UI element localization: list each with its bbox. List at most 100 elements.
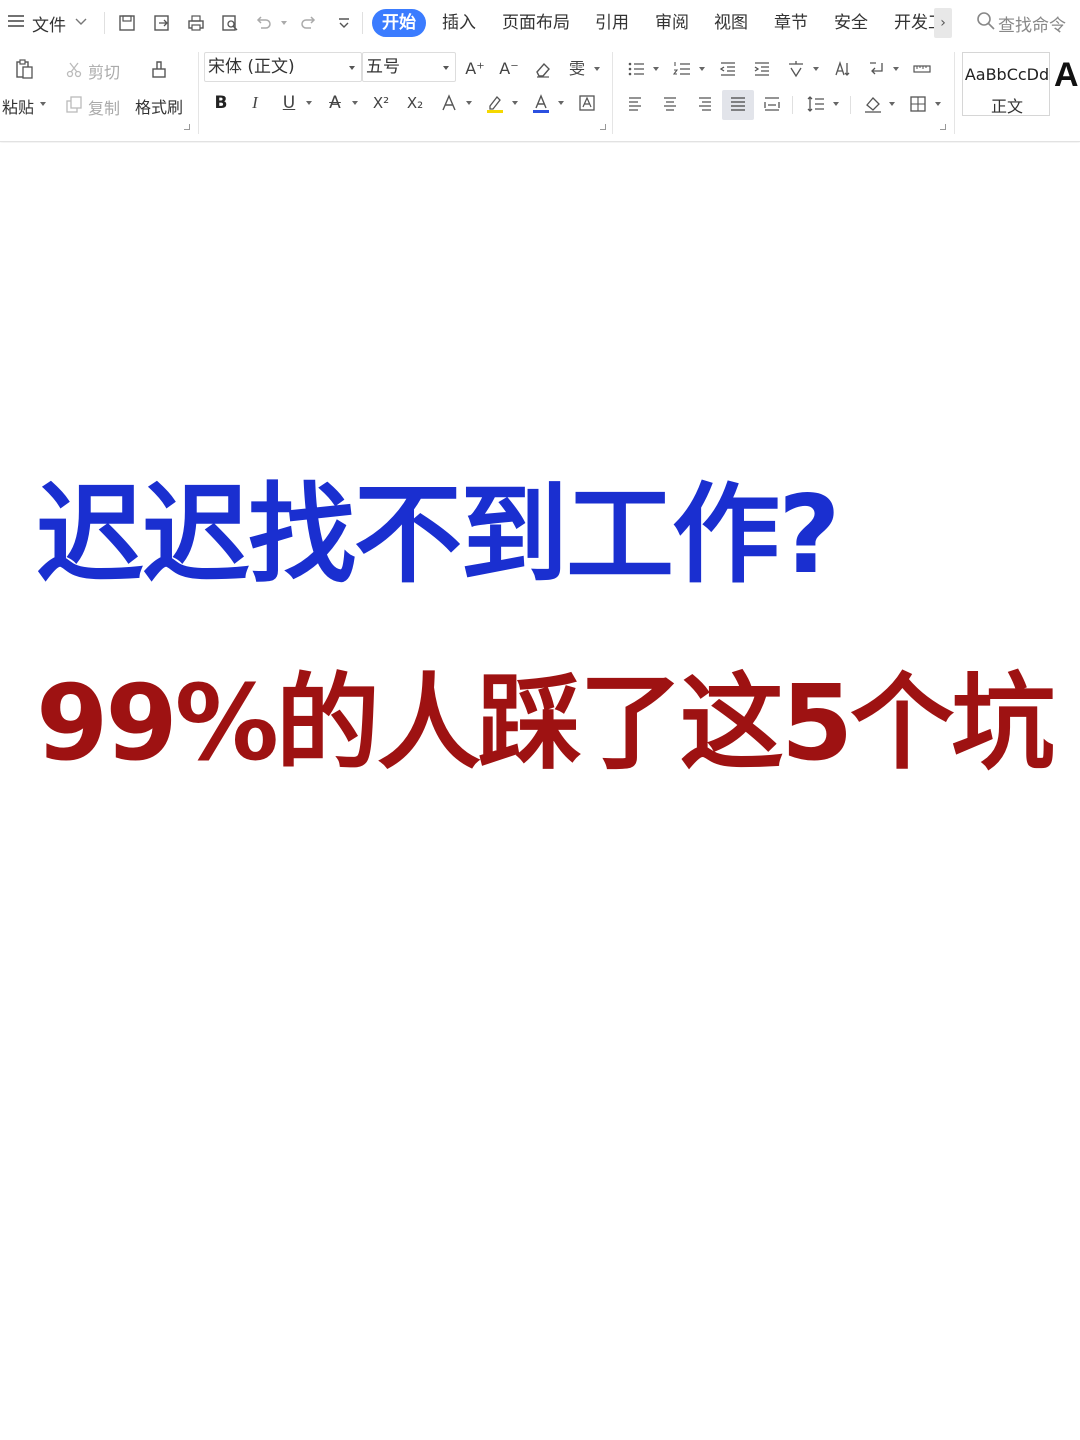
align-left-icon[interactable]: [625, 93, 647, 115]
grow-font-button[interactable]: A⁺: [464, 58, 486, 80]
divider: [104, 12, 105, 34]
paste-icon[interactable]: [13, 58, 35, 80]
file-menu[interactable]: 文件: [6, 9, 88, 37]
increase-indent-icon[interactable]: [751, 58, 773, 80]
borders-icon[interactable]: [907, 93, 929, 115]
style-sample-text: AaBbCcDd: [964, 65, 1050, 84]
paragraph-launcher-icon[interactable]: [940, 124, 946, 130]
line-spacing-icon[interactable]: [805, 93, 827, 115]
underline-button[interactable]: U: [278, 92, 300, 114]
divider: [362, 12, 363, 34]
decrease-indent-icon[interactable]: [717, 58, 739, 80]
highlight-dropdown-icon[interactable]: [512, 101, 518, 105]
font-family-select[interactable]: 宋体 (正文): [204, 52, 362, 82]
numbered-list-dropdown-icon[interactable]: [699, 67, 705, 71]
divider: [792, 96, 793, 114]
ruler-icon[interactable]: [911, 58, 933, 80]
superscript-button[interactable]: X²: [370, 92, 392, 114]
pinyin-guide-button[interactable]: 雯: [566, 58, 588, 80]
export-icon[interactable]: [151, 12, 173, 34]
font-size-select[interactable]: 五号: [362, 52, 456, 82]
sort-icon[interactable]: [831, 58, 853, 80]
font-family-value: 宋体 (正文): [208, 57, 295, 77]
chevron-down-icon: [443, 66, 449, 70]
print-icon[interactable]: [185, 12, 207, 34]
search-icon: [976, 11, 998, 36]
save-icon[interactable]: [116, 12, 138, 34]
document-page[interactable]: 迟迟找不到工作? 99%的人踩了这5个坑: [0, 143, 1080, 1440]
highlight-icon[interactable]: [484, 92, 506, 114]
tab-security[interactable]: 安全: [834, 9, 868, 37]
numbered-list-icon[interactable]: [671, 58, 693, 80]
font-launcher-icon[interactable]: [600, 124, 606, 130]
document-headline-question: 迟迟找不到工作?: [36, 473, 841, 598]
align-center-icon[interactable]: [659, 93, 681, 115]
clear-format-icon[interactable]: [532, 58, 554, 80]
file-menu-label: 文件: [32, 15, 66, 36]
clipboard-launcher-icon[interactable]: [184, 124, 190, 130]
borders-dropdown-icon[interactable]: [935, 102, 941, 106]
justify-icon[interactable]: [727, 93, 749, 115]
tab-view[interactable]: 视图: [714, 9, 748, 37]
strikethrough-dropdown-icon[interactable]: [352, 101, 358, 105]
chinese-layout-icon[interactable]: [785, 58, 807, 80]
copy-button[interactable]: 复制: [88, 95, 120, 119]
paste-dropdown-icon[interactable]: [40, 102, 46, 106]
scissors-icon: [63, 58, 85, 80]
show-marks-dropdown-icon[interactable]: [893, 67, 899, 71]
bullet-list-dropdown-icon[interactable]: [653, 67, 659, 71]
text-effect-dropdown-icon[interactable]: [466, 101, 472, 105]
search-commands[interactable]: 查找命令: [976, 9, 1066, 37]
more-tabs-button[interactable]: ›: [934, 8, 952, 38]
strikethrough-button[interactable]: A: [324, 92, 346, 114]
undo-dropdown-icon[interactable]: [281, 21, 287, 25]
bullet-list-icon[interactable]: [625, 58, 647, 80]
copy-icon: [63, 94, 85, 116]
tab-references[interactable]: 引用: [595, 9, 629, 37]
subscript-button[interactable]: X₂: [404, 92, 426, 114]
character-border-icon[interactable]: [576, 92, 598, 114]
tab-home[interactable]: 开始: [372, 9, 426, 37]
underline-dropdown-icon[interactable]: [306, 101, 312, 105]
customize-toolbar-icon[interactable]: [333, 12, 355, 34]
format-painter-icon[interactable]: [148, 58, 170, 80]
distributed-align-icon[interactable]: [761, 93, 783, 115]
format-painter-button[interactable]: 格式刷: [135, 94, 183, 118]
chinese-layout-dropdown-icon[interactable]: [813, 67, 819, 71]
line-spacing-dropdown-icon[interactable]: [833, 102, 839, 106]
menu-bar: 文件 开始 插入 页面布局 引用 审阅 视图 章节 安全 开发工 › 查找命令: [0, 0, 1080, 46]
cut-button[interactable]: 剪切: [88, 59, 120, 83]
shading-icon[interactable]: [862, 93, 884, 115]
font-color-dropdown-icon[interactable]: [558, 101, 564, 105]
paste-button[interactable]: 粘贴: [2, 94, 34, 118]
print-preview-icon[interactable]: [219, 12, 241, 34]
hamburger-icon: [6, 11, 26, 36]
divider: [850, 96, 851, 114]
style-heading-preview[interactable]: A: [1054, 56, 1079, 95]
text-effect-icon[interactable]: [438, 92, 460, 114]
show-marks-icon[interactable]: [865, 58, 887, 80]
search-commands-label: 查找命令: [998, 15, 1066, 36]
chevron-down-icon: [74, 13, 88, 33]
pinyin-dropdown-icon[interactable]: [594, 67, 600, 71]
ribbon-home: 粘贴 剪切 复制 格式刷 宋体 (正文) 五号 A⁺ A⁻ 雯 B I U A …: [0, 46, 1080, 142]
tab-page-layout[interactable]: 页面布局: [502, 9, 570, 37]
undo-icon[interactable]: [252, 12, 274, 34]
font-size-value: 五号: [366, 57, 400, 77]
font-color-icon[interactable]: [530, 92, 552, 114]
tab-insert[interactable]: 插入: [442, 9, 476, 37]
divider: [954, 52, 955, 134]
shading-dropdown-icon[interactable]: [889, 102, 895, 106]
italic-button[interactable]: I: [244, 92, 266, 114]
document-headline-statement: 99%的人踩了这5个坑: [36, 662, 1055, 784]
shrink-font-button[interactable]: A⁻: [498, 58, 520, 80]
tab-review[interactable]: 审阅: [655, 9, 689, 37]
style-normal[interactable]: AaBbCcDd 正文: [962, 52, 1050, 116]
tab-sections[interactable]: 章节: [774, 9, 808, 37]
divider: [198, 52, 199, 134]
chevron-down-icon: [349, 66, 355, 70]
redo-icon[interactable]: [298, 12, 320, 34]
align-right-icon[interactable]: [693, 93, 715, 115]
tab-developer[interactable]: 开发工: [894, 9, 934, 37]
bold-button[interactable]: B: [210, 92, 232, 114]
